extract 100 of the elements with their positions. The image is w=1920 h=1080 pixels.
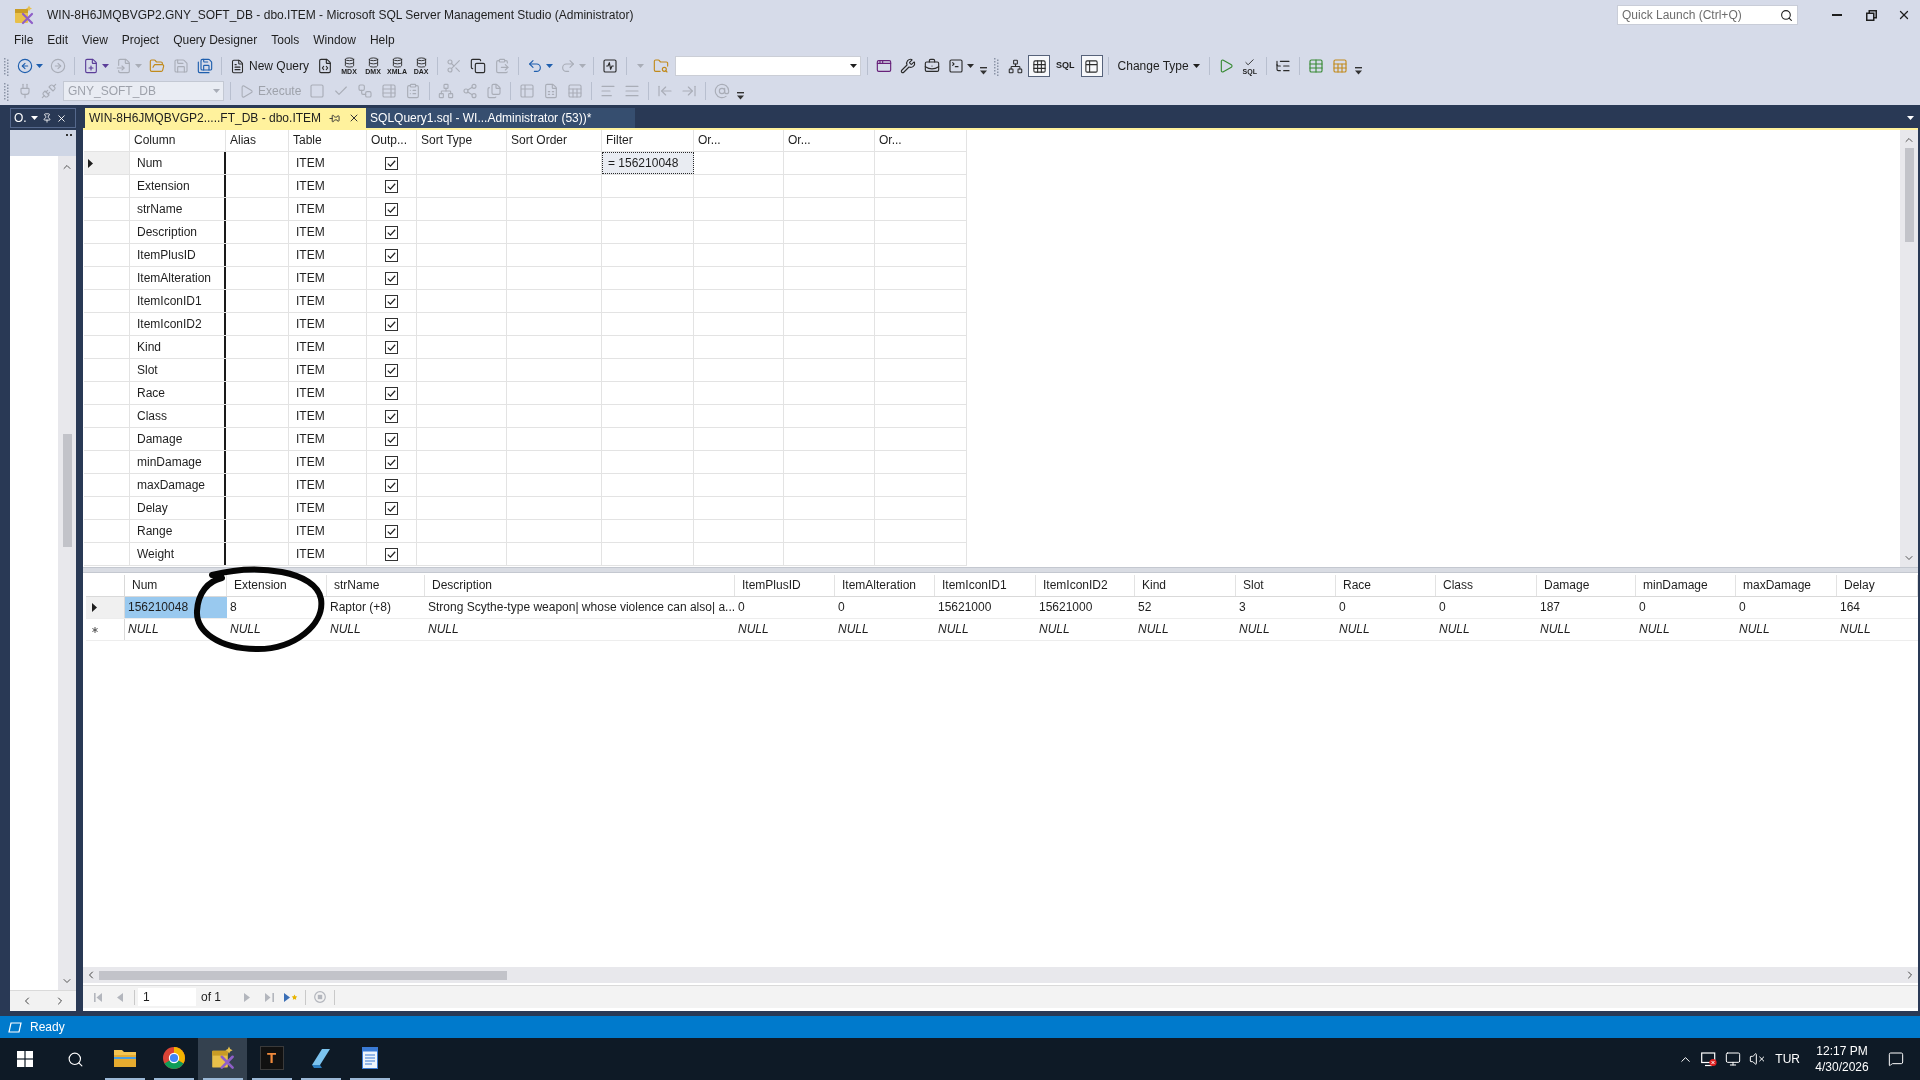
menu-item[interactable]: Help [362, 30, 402, 50]
taskbar-button[interactable] [198, 1038, 247, 1080]
checkbox[interactable] [385, 478, 398, 492]
vertical-scrollbar[interactable] [58, 156, 76, 990]
new-query-button[interactable]: New Query [226, 55, 314, 77]
checkbox[interactable] [385, 340, 398, 354]
column-header[interactable]: maxDamage [1736, 575, 1837, 596]
start-icon[interactable] [17, 1051, 33, 1067]
checkbox[interactable] [385, 317, 398, 331]
checkbox[interactable] [385, 409, 398, 423]
overflow-icon[interactable] [980, 67, 988, 75]
search-icon[interactable] [1780, 8, 1793, 22]
pane-toggle-button[interactable] [1080, 55, 1103, 77]
combo-box[interactable] [675, 56, 862, 76]
new-file-icon[interactable] [83, 58, 99, 74]
quick-launch-field[interactable]: Quick Launch (Ctrl+Q) [1617, 5, 1798, 25]
page-field[interactable]: 1 [138, 988, 196, 1006]
checkbox[interactable] [385, 179, 398, 193]
notification-icon[interactable] [1888, 1051, 1904, 1067]
caret-icon[interactable] [30, 116, 38, 120]
toolbar-grip[interactable] [4, 56, 9, 76]
close-icon[interactable] [55, 112, 67, 124]
caret-icon[interactable] [967, 64, 975, 68]
open-folder-icon[interactable] [149, 58, 165, 74]
overflow-icon[interactable] [66, 134, 72, 137]
terminal-icon[interactable] [948, 58, 965, 74]
sql-pane-button[interactable]: SQL [1052, 55, 1079, 77]
pane-toggle-button[interactable] [1028, 55, 1051, 77]
overflow-icon[interactable] [1354, 67, 1362, 75]
column-header[interactable]: Kind [1135, 575, 1236, 596]
toolbar-grip[interactable] [4, 81, 9, 101]
copy-icon[interactable] [470, 58, 487, 74]
column-header[interactable]: ItemAlteration [835, 575, 935, 596]
menu-item[interactable]: Tools [264, 30, 307, 50]
column-header[interactable]: Num [125, 575, 227, 596]
clock-date[interactable]: 4/30/2026 [1815, 1059, 1869, 1075]
checkbox[interactable] [385, 294, 398, 308]
checkbox[interactable] [385, 271, 398, 285]
monitor-alert-icon[interactable] [1701, 1051, 1718, 1067]
checkbox[interactable] [385, 202, 398, 216]
tool-window-tab[interactable]: O. [10, 108, 76, 128]
toolbar-grip[interactable] [994, 56, 1000, 76]
menu-item[interactable]: File [7, 30, 41, 50]
column-header[interactable]: Damage [1537, 575, 1636, 596]
column-header[interactable]: ItemPlusID [735, 575, 835, 596]
save-all-icon[interactable] [197, 58, 213, 74]
checkbox[interactable] [385, 501, 398, 515]
code-file-icon[interactable] [317, 58, 334, 74]
undo-icon[interactable] [527, 58, 544, 74]
triangle-star-icon[interactable] [284, 992, 298, 1002]
row-header-cell[interactable] [86, 597, 125, 618]
caret-icon[interactable] [102, 64, 109, 68]
document-tab[interactable]: WIN-8H6JMQBVGP2.....FT_DB - dbo.ITEM [85, 108, 367, 128]
table-icon[interactable] [1307, 58, 1324, 74]
toolbox-icon[interactable] [924, 58, 941, 74]
checkbox[interactable] [385, 363, 398, 377]
overflow-icon[interactable] [737, 92, 745, 100]
restore-icon[interactable] [1865, 9, 1877, 21]
pin-icon[interactable] [41, 113, 52, 123]
column-header[interactable]: Race [1336, 575, 1436, 596]
caret-icon[interactable] [1907, 116, 1914, 120]
menu-item[interactable]: Project [114, 30, 167, 50]
checkbox[interactable] [385, 386, 398, 400]
search-icon[interactable] [66, 1050, 84, 1068]
folder-search-icon[interactable] [653, 58, 670, 74]
clock-time[interactable]: 12:17 PM [1816, 1043, 1868, 1059]
column-header[interactable]: Slot [1236, 575, 1336, 596]
horizontal-scrollbar[interactable] [83, 967, 1918, 983]
language-indicator[interactable]: TUR [1769, 1050, 1806, 1068]
vertical-scrollbar[interactable] [1900, 130, 1918, 567]
muted-speaker-icon[interactable] [1749, 1051, 1766, 1067]
column-header[interactable]: ItemIconID2 [1036, 575, 1135, 596]
column-header[interactable]: strName [327, 575, 425, 596]
column-header[interactable]: Extension [227, 575, 327, 596]
menu-item[interactable]: Edit [40, 30, 76, 50]
checkbox[interactable] [385, 547, 398, 561]
menu-item[interactable]: View [75, 30, 115, 50]
app-window-icon[interactable] [876, 58, 893, 74]
checkbox[interactable] [385, 225, 398, 239]
taskbar-button[interactable]: T [247, 1038, 296, 1080]
menu-item[interactable]: Query Designer [166, 30, 265, 50]
scrollbar-thumb[interactable] [62, 434, 72, 547]
scrollbar-thumb[interactable] [99, 970, 507, 980]
checkbox[interactable] [385, 524, 398, 538]
monitor-icon[interactable] [1725, 1051, 1742, 1067]
change-type-button[interactable]: Change Type [1112, 55, 1205, 77]
document-tab[interactable]: SQLQuery1.sql - WI...Administrator (53))* [366, 108, 636, 128]
checkbox[interactable] [385, 432, 398, 446]
column-header[interactable]: Description [425, 575, 735, 596]
checkbox[interactable] [385, 156, 398, 170]
list-tree-icon[interactable] [1274, 58, 1291, 74]
scrollbar-thumb[interactable] [1904, 148, 1914, 242]
column-header[interactable]: Delay [1837, 575, 1918, 596]
column-header[interactable]: ItemIconID1 [935, 575, 1036, 596]
checkbox[interactable] [385, 455, 398, 469]
menu-item[interactable]: Window [306, 30, 363, 50]
row-header-cell[interactable] [84, 152, 130, 174]
sheet-icon[interactable] [1331, 58, 1348, 74]
column-header[interactable]: Class [1436, 575, 1537, 596]
column-header[interactable]: minDamage [1636, 575, 1736, 596]
